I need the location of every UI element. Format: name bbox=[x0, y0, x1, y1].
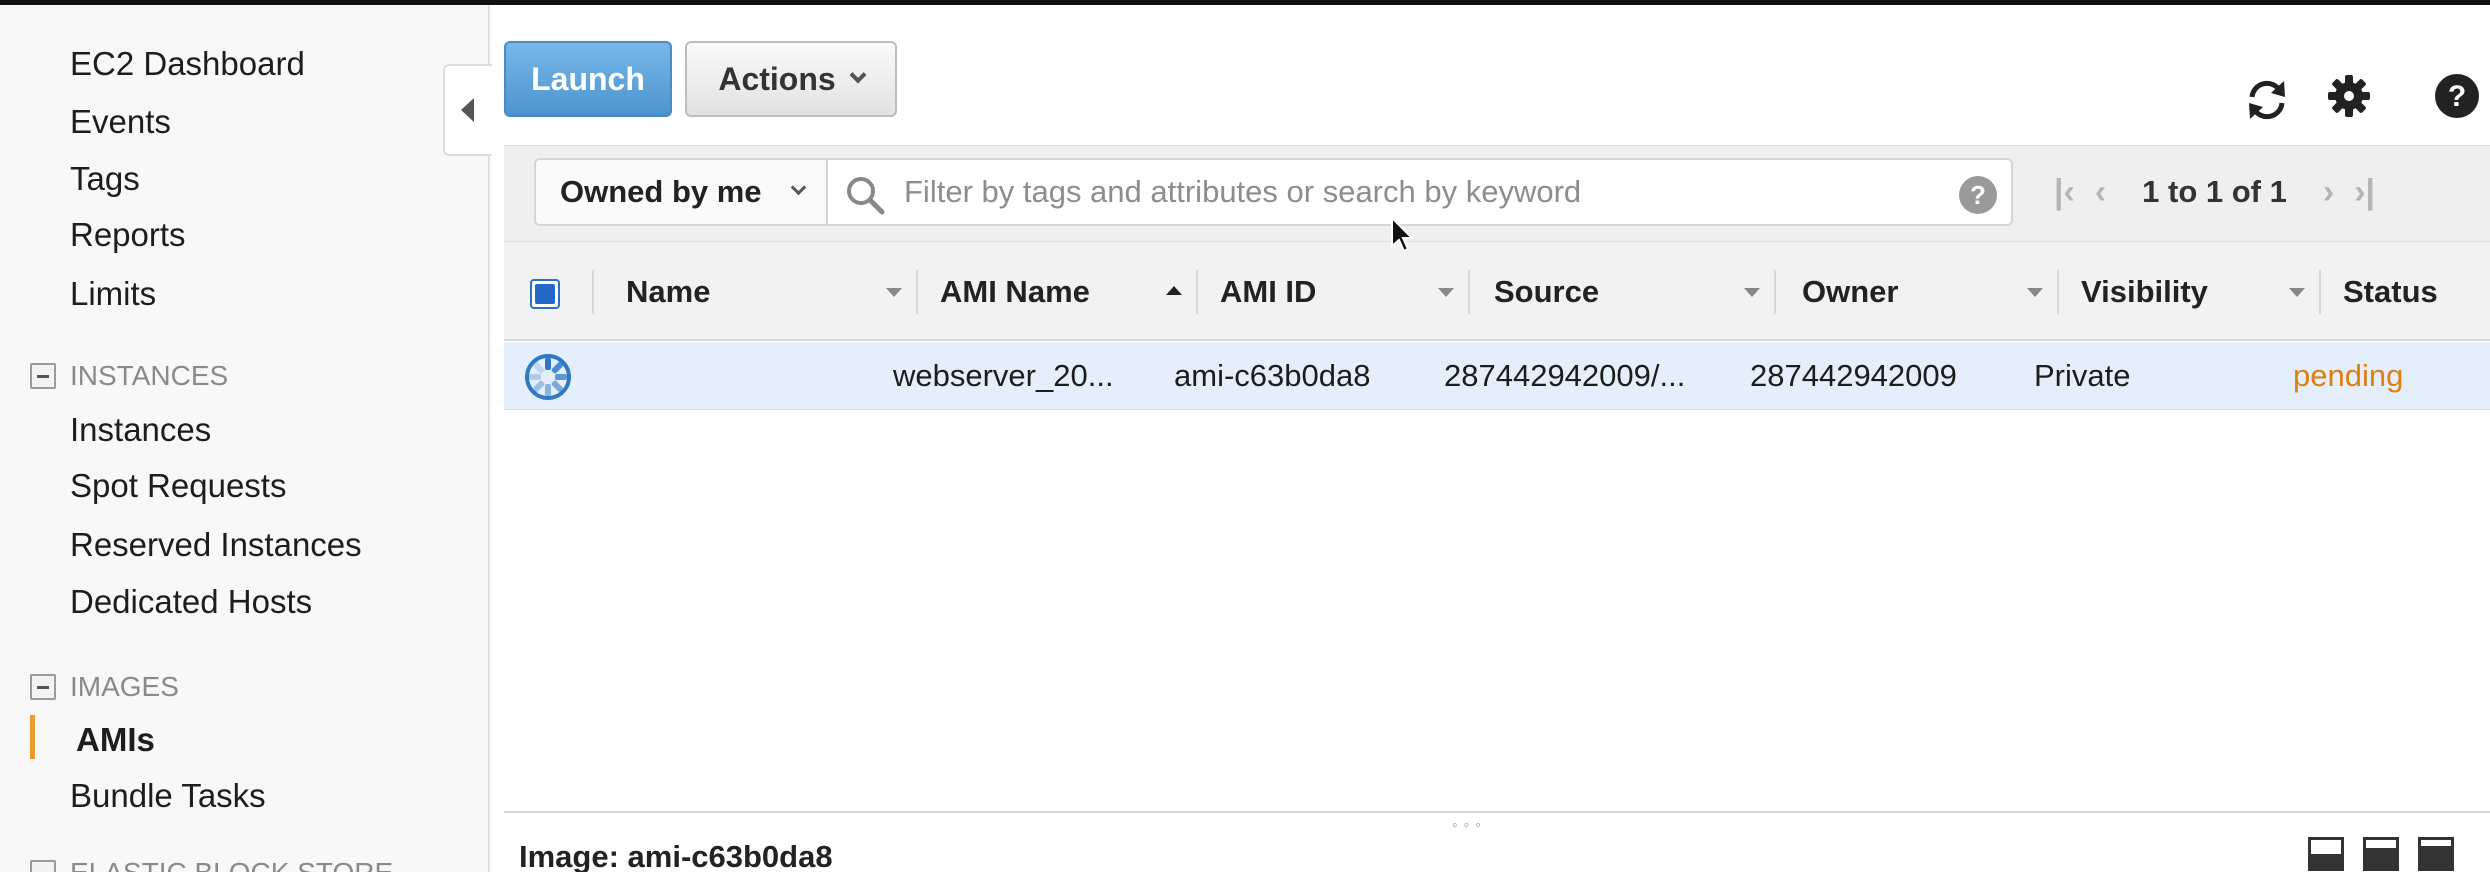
resize-grip-icon[interactable]: ◦◦◦ bbox=[1452, 817, 1487, 835]
sidebar-item-dedicated-hosts[interactable]: Dedicated Hosts bbox=[70, 583, 312, 621]
sidebar-item-reports[interactable]: Reports bbox=[70, 216, 186, 254]
launch-button[interactable]: Launch bbox=[504, 41, 672, 117]
sidebar-item-instances[interactable]: Instances bbox=[70, 411, 211, 449]
actions-label: Actions bbox=[718, 60, 836, 97]
column-label: Owner bbox=[1802, 274, 1899, 309]
chevron-left-icon bbox=[461, 98, 474, 122]
column-label: Visibility bbox=[2081, 274, 2208, 309]
filter-bar: Owned by me ? |‹ ‹ 1 to 1 of 1 › ›| bbox=[504, 145, 2490, 241]
column-header-visibility[interactable]: Visibility bbox=[2059, 242, 2321, 342]
select-all-cell bbox=[504, 242, 594, 342]
column-header-name[interactable]: Name bbox=[594, 242, 918, 342]
active-indicator bbox=[30, 715, 35, 759]
sort-icon[interactable] bbox=[1744, 288, 1760, 297]
detail-panel-title: Image: ami-c63b0da8 bbox=[519, 839, 833, 872]
owner-filter-value: Owned by me bbox=[560, 174, 762, 209]
prev-page-icon[interactable]: ‹ bbox=[2095, 173, 2106, 212]
table-row[interactable]: webserver_20... ami-c63b0da8 28744294200… bbox=[504, 342, 2490, 410]
sidebar-item-tags[interactable]: Tags bbox=[70, 160, 140, 198]
sort-icon[interactable] bbox=[886, 288, 902, 297]
section-title: ELASTIC BLOCK STORE bbox=[70, 857, 393, 872]
first-page-icon[interactable]: |‹ bbox=[2054, 173, 2075, 212]
sidebar-item-events[interactable]: Events bbox=[70, 103, 171, 141]
sidebar-item-ec2-dashboard[interactable]: EC2 Dashboard bbox=[70, 45, 305, 83]
search-help-icon[interactable]: ? bbox=[1959, 176, 1997, 214]
cell-source: 287442942009/... bbox=[1444, 358, 1686, 393]
svg-text:?: ? bbox=[2448, 80, 2466, 113]
last-page-icon[interactable]: ›| bbox=[2354, 173, 2375, 212]
loading-spinner-icon bbox=[525, 354, 571, 400]
help-icon[interactable]: ? bbox=[2432, 71, 2482, 121]
table-header: Name AMI Name AMI ID Source Owner Visibi… bbox=[504, 241, 2490, 341]
pagination-range: 1 to 1 of 1 bbox=[2142, 174, 2287, 209]
cell-ami-name: webserver_20... bbox=[893, 358, 1114, 393]
sort-icon[interactable] bbox=[1438, 288, 1454, 297]
section-title: INSTANCES bbox=[70, 360, 229, 391]
sort-ascending-icon[interactable] bbox=[1166, 286, 1182, 295]
search-box[interactable]: ? bbox=[826, 158, 2013, 226]
search-input[interactable] bbox=[904, 160, 1924, 224]
refresh-icon[interactable] bbox=[2242, 75, 2292, 125]
collapse-icon[interactable] bbox=[30, 674, 56, 700]
next-page-icon[interactable]: › bbox=[2323, 173, 2334, 212]
panel-resizer[interactable] bbox=[504, 811, 2490, 813]
column-header-ami-id[interactable]: AMI ID bbox=[1198, 242, 1470, 342]
sidebar-section-images[interactable]: IMAGES bbox=[30, 671, 179, 703]
cell-status: pending bbox=[2293, 358, 2404, 393]
sidebar-section-elastic-block-store[interactable]: ELASTIC BLOCK STORE bbox=[30, 857, 393, 872]
sidebar-item-amis[interactable]: AMIs bbox=[76, 721, 155, 759]
cell-ami-id: ami-c63b0da8 bbox=[1174, 358, 1371, 393]
column-label: Source bbox=[1494, 274, 1600, 309]
panel-maximize-button[interactable] bbox=[2418, 837, 2454, 871]
column-header-ami-name[interactable]: AMI Name bbox=[918, 242, 1198, 342]
main-content: Launch Actions ? Owned by me Filter by t… bbox=[492, 5, 2490, 872]
column-label: Status bbox=[2343, 274, 2438, 309]
actions-button[interactable]: Actions bbox=[685, 41, 897, 117]
cell-visibility: Private bbox=[2034, 358, 2131, 393]
owner-filter-dropdown[interactable]: Owned by me bbox=[534, 158, 828, 226]
column-label: Name bbox=[626, 274, 711, 309]
panel-half-button[interactable] bbox=[2363, 837, 2399, 871]
sidebar-collapse-button[interactable] bbox=[443, 64, 493, 156]
column-label: AMI ID bbox=[1220, 274, 1317, 309]
launch-label: Launch bbox=[531, 60, 645, 97]
sidebar-item-spot-requests[interactable]: Spot Requests bbox=[70, 467, 286, 505]
sidebar-section-instances[interactable]: INSTANCES bbox=[30, 360, 228, 392]
sidebar-item-bundle-tasks[interactable]: Bundle Tasks bbox=[70, 777, 266, 815]
column-label: AMI Name bbox=[940, 274, 1090, 309]
pagination: |‹ ‹ 1 to 1 of 1 › ›| bbox=[2044, 162, 2385, 222]
panel-minimize-button[interactable] bbox=[2308, 837, 2344, 871]
sort-icon[interactable] bbox=[2027, 288, 2043, 297]
column-header-status[interactable]: Status bbox=[2321, 242, 2490, 342]
section-title: IMAGES bbox=[70, 671, 179, 702]
cell-owner: 287442942009 bbox=[1750, 358, 1957, 393]
column-header-source[interactable]: Source bbox=[1470, 242, 1776, 342]
collapse-icon[interactable] bbox=[30, 860, 56, 872]
gear-icon[interactable] bbox=[2324, 71, 2374, 121]
search-icon bbox=[847, 177, 885, 215]
chevron-down-icon bbox=[849, 66, 867, 84]
select-all-checkbox[interactable] bbox=[530, 279, 560, 309]
mouse-cursor-icon bbox=[1391, 216, 1414, 253]
sidebar-item-reserved-instances[interactable]: Reserved Instances bbox=[70, 526, 362, 564]
sort-icon[interactable] bbox=[2289, 288, 2305, 297]
sidebar-nav: EC2 Dashboard Events Tags Reports Limits… bbox=[0, 5, 490, 872]
sidebar-item-limits[interactable]: Limits bbox=[70, 275, 156, 313]
collapse-icon[interactable] bbox=[30, 363, 56, 389]
chevron-down-icon bbox=[790, 179, 807, 196]
column-header-owner[interactable]: Owner bbox=[1776, 242, 2059, 342]
